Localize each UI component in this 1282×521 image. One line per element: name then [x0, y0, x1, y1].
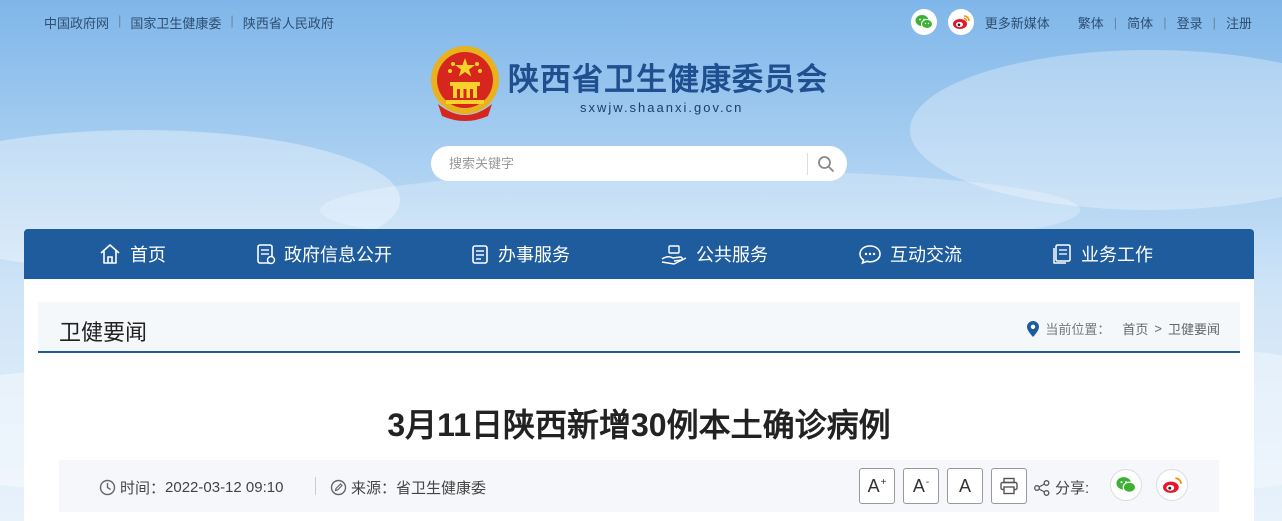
files-icon [1053, 244, 1071, 264]
share-wechat-icon[interactable] [1110, 469, 1142, 501]
separator: | [1212, 14, 1216, 30]
article-title: 3月11日陕西新增30例本土确诊病例 [387, 407, 891, 443]
publish-time: 时间： 2022-03-12 09:10 [99, 477, 283, 498]
breadcrumb: 当前位置： 首页 > 卫健要闻 [1027, 319, 1220, 338]
document-list-icon [257, 244, 276, 265]
source-value: 省卫生健康委 [396, 480, 487, 497]
register-link[interactable]: 注册 [1226, 13, 1252, 32]
weibo-icon[interactable] [947, 9, 974, 35]
article-source: 来源： 省卫生健康委 [330, 477, 486, 498]
nav-item-services[interactable]: 办事服务 [470, 229, 570, 279]
chat-icon [859, 245, 881, 265]
search-icon[interactable] [808, 146, 844, 181]
national-emblem-icon [431, 46, 499, 121]
share-icon [1034, 479, 1050, 496]
nav-label: 公共服务 [696, 245, 768, 265]
font-large-label: A [867, 475, 880, 496]
content-panel: 卫健要闻 当前位置： 首页 > 卫健要闻 3月11日陕西新增30例本土确诊病例 … [24, 279, 1254, 521]
nav-item-gov-info[interactable]: 政府信息公开 [256, 229, 392, 279]
hand-service-icon [661, 245, 687, 265]
search-input[interactable] [449, 156, 789, 171]
home-icon [100, 244, 120, 264]
breadcrumb-current[interactable]: 卫健要闻 [1168, 319, 1220, 338]
simplified-chinese-link[interactable]: 简体 [1127, 13, 1153, 32]
link-nhc[interactable]: 国家卫生健康委 [130, 13, 221, 32]
article-meta-bar: 时间： 2022-03-12 09:10 来源： 省卫生健康委 A + A- A … [59, 460, 1219, 512]
site-logo[interactable]: 陕西省卫生健康委员会 sxwjw.shaanxi.gov.cn [428, 44, 868, 124]
share-label: 分享: [1055, 480, 1090, 497]
share-weibo-icon[interactable] [1156, 469, 1188, 501]
section-header: 卫健要闻 当前位置： 首页 > 卫健要闻 [38, 302, 1240, 353]
pencil-circle-icon [330, 479, 347, 496]
location-pin-icon [1027, 320, 1040, 337]
section-title: 卫健要闻 [59, 320, 148, 345]
nav-item-public-services[interactable]: 公共服务 [660, 229, 768, 279]
share-section: 分享: [1033, 477, 1089, 498]
traditional-chinese-link[interactable]: 繁体 [1078, 13, 1104, 32]
source-label: 来源： [351, 480, 397, 497]
link-china-gov[interactable]: 中国政府网 [44, 13, 109, 32]
wechat-icon[interactable] [910, 9, 937, 35]
top-links: 中国政府网 | 国家卫生健康委 | 陕西省人民政府 [44, 13, 334, 32]
top-bar: 中国政府网 | 国家卫生健康委 | 陕西省人民政府 更多新媒体 繁体 | 简体 … [0, 0, 1282, 42]
nav-item-business[interactable]: 业务工作 [1051, 229, 1153, 279]
link-shaanxi-gov[interactable]: 陕西省人民政府 [243, 13, 334, 32]
breadcrumb-home[interactable]: 首页 [1122, 319, 1148, 338]
font-increase-button[interactable]: A + [859, 468, 895, 504]
plus-icon: + [880, 476, 887, 488]
site-title: 陕西省卫生健康委员会 [508, 62, 828, 98]
separator: | [1163, 14, 1167, 30]
time-label: 时间： [120, 480, 166, 497]
search-box [431, 146, 847, 181]
site-domain: sxwjw.shaanxi.gov.cn [580, 100, 744, 115]
breadcrumb-label: 当前位置： [1045, 322, 1111, 337]
font-decrease-button[interactable]: A- [903, 468, 939, 504]
meta-separator [315, 477, 316, 495]
separator: | [118, 13, 122, 28]
print-button[interactable] [991, 468, 1027, 504]
top-right-links: 更多新媒体 繁体 | 简体 | 登录 | 注册 [910, 9, 1252, 35]
clock-icon [99, 479, 116, 496]
login-link[interactable]: 登录 [1177, 13, 1203, 32]
printer-icon [1000, 477, 1018, 495]
nav-item-interaction[interactable]: 互动交流 [858, 229, 962, 279]
nav-item-home[interactable]: 首页 [98, 229, 166, 279]
clipboard-icon [472, 245, 488, 264]
font-small-label: A [912, 475, 925, 496]
nav-label: 政府信息公开 [284, 245, 392, 265]
separator: | [1113, 14, 1118, 30]
nav-label: 业务工作 [1081, 245, 1153, 265]
font-reset-button[interactable]: A [947, 468, 983, 504]
more-media-link[interactable]: 更多新媒体 [985, 13, 1050, 32]
font-reset-label: A [958, 475, 971, 496]
main-nav: 首页 政府信息公开 办事服务 公共服务 互动交流 业务工作 [24, 229, 1254, 279]
nav-label: 办事服务 [498, 245, 570, 265]
nav-label: 互动交流 [890, 245, 962, 265]
separator: | [230, 13, 234, 28]
breadcrumb-arrow: > [1154, 321, 1162, 336]
nav-label: 首页 [130, 245, 166, 265]
minus-icon: - [925, 476, 930, 488]
time-value: 2022-03-12 09:10 [165, 479, 284, 496]
